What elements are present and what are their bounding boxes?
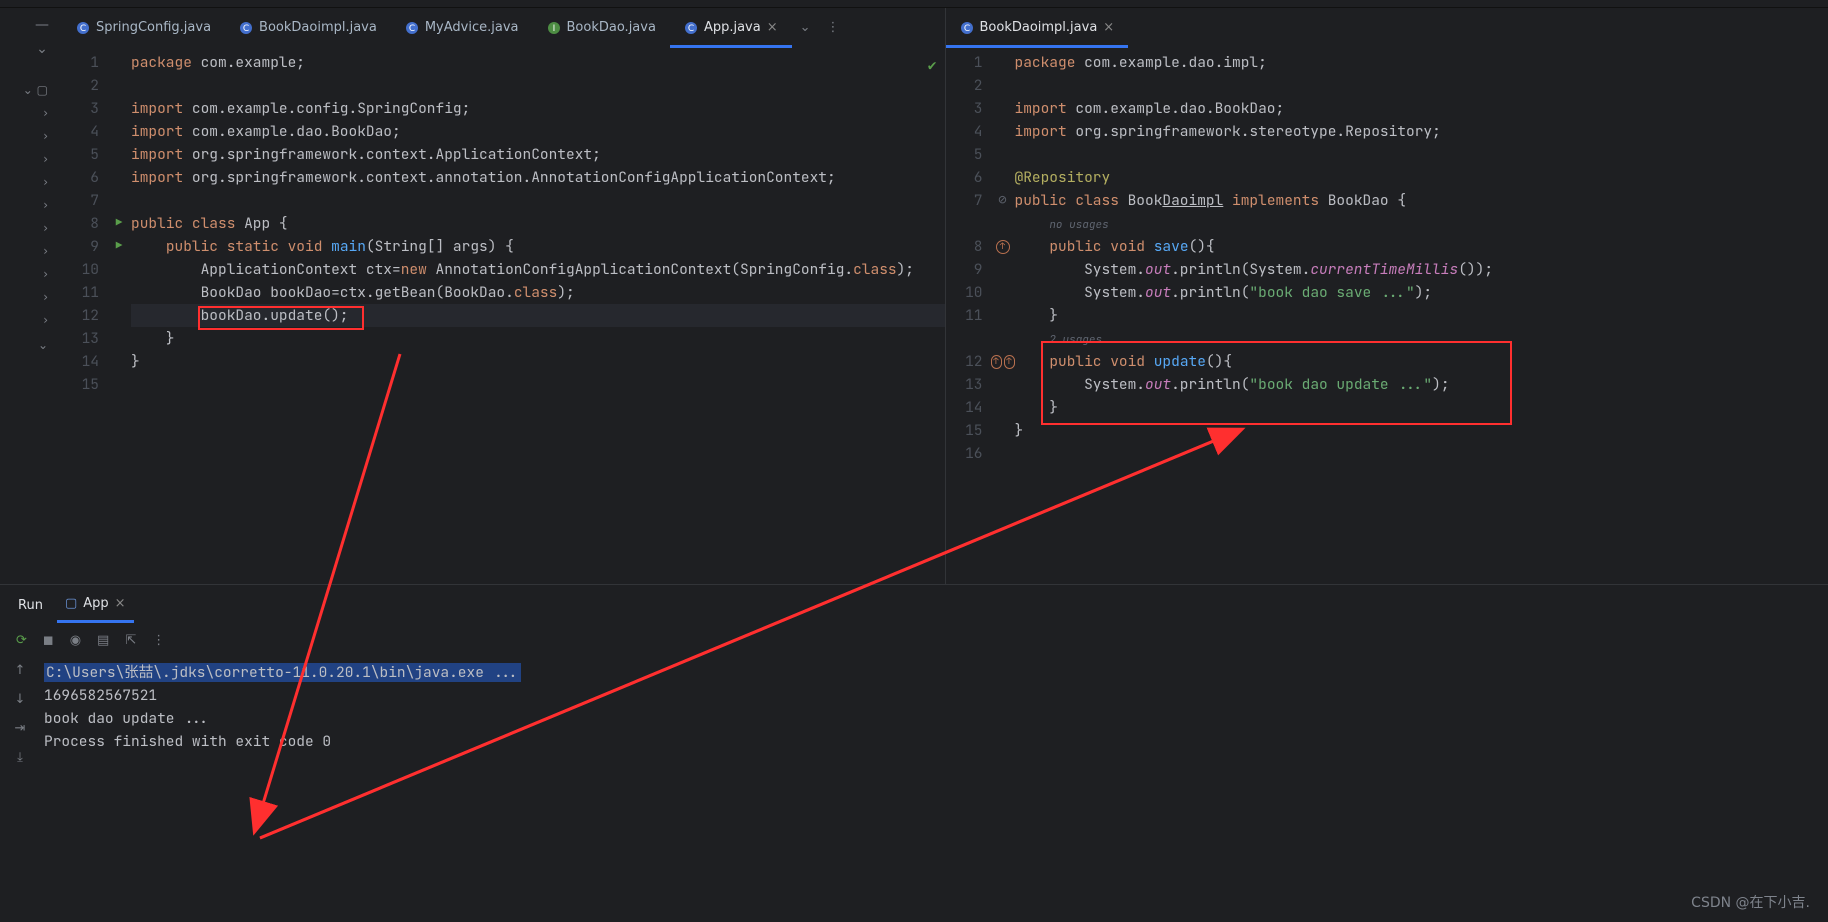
tree-node[interactable]: › xyxy=(43,124,48,147)
tree-node[interactable]: › xyxy=(43,147,48,170)
tab-bookdaoimpl-right[interactable]: CBookDaoimpl.java× xyxy=(946,8,1129,48)
run-tab-app[interactable]: ▢ App × xyxy=(57,587,134,623)
tab-myadvice[interactable]: CMyAdvice.java xyxy=(391,8,533,48)
code-area-right[interactable]: 12345678910111213141516 ⊘ ↑ ↑↑ package c… xyxy=(946,48,1828,584)
editor-left: CSpringConfig.java CBookDaoimpl.java CMy… xyxy=(62,8,946,584)
layout-icon[interactable]: ▤ xyxy=(97,633,109,648)
tab-app[interactable]: CApp.java× xyxy=(670,8,792,48)
watermark: CSDN @在下小吉. xyxy=(1691,892,1810,912)
override-icon[interactable]: ↑ xyxy=(996,240,1010,254)
inspection-ok-icon[interactable]: ✔ xyxy=(928,54,937,77)
code-area-left[interactable]: 123456789101112131415 ▶ ▶ package com.ex… xyxy=(62,48,945,584)
tree-expand-icon[interactable]: ⌄ ▢ xyxy=(23,78,48,101)
svg-text:I: I xyxy=(552,24,555,34)
gutter-icons: ⊘ ↑ ↑↑ xyxy=(991,48,1015,584)
run-label: Run xyxy=(18,598,43,613)
tree-node[interactable]: › xyxy=(43,193,48,216)
line-numbers: 123456789101112131415 xyxy=(62,48,107,584)
console-line: 1696582567521 xyxy=(44,684,1828,707)
tree-node[interactable]: › xyxy=(43,239,48,262)
soft-wrap-icon[interactable]: ⇥ xyxy=(15,721,26,736)
project-tool-gutter[interactable]: — ⌄ ⌄ ▢ › › › › › › › › › › ⌄ xyxy=(0,8,62,584)
tab-chevron-icon[interactable]: ⌄ xyxy=(792,20,819,35)
svg-text:C: C xyxy=(409,24,415,34)
run-toolbar: ⟳ ◼ ◉ ▤ ⇱ ⋮ xyxy=(0,625,1828,655)
code-lines[interactable]: package com.example; import com.example.… xyxy=(131,48,945,584)
console-output[interactable]: C:\Users\张喆\.jdks\corretto-11.0.20.1\bin… xyxy=(40,655,1828,922)
svg-text:C: C xyxy=(963,24,969,34)
more-icon[interactable]: ⋮ xyxy=(152,633,165,648)
tab-bookdao[interactable]: IBookDao.java xyxy=(533,8,670,48)
run-config-icon: ▢ xyxy=(65,596,77,611)
editor-right: CBookDaoimpl.java× 123456789101112131415… xyxy=(946,8,1828,584)
close-icon[interactable]: × xyxy=(767,20,778,35)
tree-node[interactable]: › xyxy=(43,216,48,239)
run-gutter-icon[interactable]: ▶ xyxy=(116,212,123,235)
close-icon[interactable]: × xyxy=(1103,20,1114,35)
collapse-icon[interactable]: ⌄ xyxy=(31,38,53,60)
down-icon[interactable]: ↓ xyxy=(15,692,26,707)
tab-more-icon[interactable]: ⋮ xyxy=(819,20,848,35)
rerun-icon[interactable]: ⟳ xyxy=(16,633,27,648)
tree-node[interactable]: › xyxy=(43,285,48,308)
svg-text:C: C xyxy=(80,24,86,34)
run-tab-bar: Run ▢ App × xyxy=(0,585,1828,625)
tab-bar-left: CSpringConfig.java CBookDaoimpl.java CMy… xyxy=(62,8,945,48)
tree-node[interactable]: › xyxy=(43,262,48,285)
line-numbers: 12345678910111213141516 xyxy=(946,48,991,584)
console-line: book dao update ... xyxy=(44,707,1828,730)
close-icon[interactable]: × xyxy=(115,596,126,611)
tree-collapse-icon[interactable]: ⌄ xyxy=(38,333,48,356)
console-line: C:\Users\张喆\.jdks\corretto-11.0.20.1\bin… xyxy=(44,663,521,682)
code-lines[interactable]: package com.example.dao.impl; import com… xyxy=(1015,48,1828,584)
override-icon[interactable]: ↑ xyxy=(991,355,1002,369)
run-side-controls: ↑ ↓ ⇥ ⤓ xyxy=(0,655,40,922)
tree-node[interactable]: › xyxy=(43,308,48,331)
tab-springconfig[interactable]: CSpringConfig.java xyxy=(62,8,225,48)
svg-text:C: C xyxy=(243,24,249,34)
tree-node[interactable]: › xyxy=(43,101,48,124)
svg-text:C: C xyxy=(688,24,694,34)
minimize-icon[interactable]: — xyxy=(31,14,53,36)
camera-icon[interactable]: ◉ xyxy=(70,633,81,648)
up-icon[interactable]: ↑ xyxy=(15,663,26,678)
export-icon[interactable]: ⇱ xyxy=(125,633,136,648)
gutter-icons: ▶ ▶ xyxy=(107,48,131,584)
stop-icon[interactable]: ◼ xyxy=(43,633,54,648)
tab-bookdaoimpl[interactable]: CBookDaoimpl.java xyxy=(225,8,391,48)
tree-node[interactable]: › xyxy=(43,170,48,193)
tab-bar-right: CBookDaoimpl.java× xyxy=(946,8,1828,48)
override-icon[interactable]: ↑ xyxy=(1004,355,1015,369)
console-line: Process finished with exit code 0 xyxy=(44,730,1828,753)
no-bean-icon[interactable]: ⊘ xyxy=(998,189,1006,212)
scroll-end-icon[interactable]: ⤓ xyxy=(17,750,23,765)
run-gutter-icon[interactable]: ▶ xyxy=(116,235,123,258)
run-panel: Run ▢ App × ⟳ ◼ ◉ ▤ ⇱ ⋮ ↑ ↓ ⇥ ⤓ C:\Users… xyxy=(0,584,1828,922)
